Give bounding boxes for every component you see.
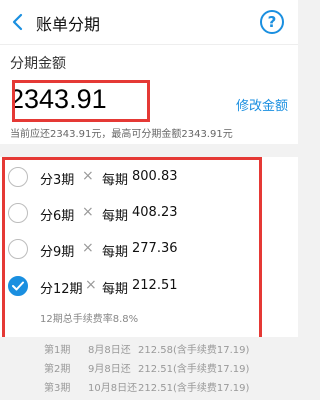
top-bar: 账单分期 ? xyxy=(0,0,298,44)
back-arrow-icon[interactable] xyxy=(8,12,28,32)
amount-highlight-box: 2343.91 xyxy=(12,80,150,122)
amount-hint: 当前应还2343.91元，最高可分期金额2343.91元 xyxy=(10,129,233,140)
help-icon[interactable]: ? xyxy=(260,10,284,34)
amount-section: 分期金额 2343.91 修改金额 当前应还2343.91元，最高可分期金额23… xyxy=(0,44,298,144)
amount-label: 分期金额 xyxy=(10,56,66,72)
repayment-schedule: 第1期 8月8日还 212.58(含手续费17.19) 第2期 9月8日还 21… xyxy=(0,337,298,400)
schedule-term: 第3期 xyxy=(44,383,71,394)
schedule-term: 第1期 xyxy=(44,345,71,356)
installment-options: 分3期 × 每期 800.83 分6期 × 每期 408.23 分9期 × 每期… xyxy=(0,157,298,340)
schedule-term: 第2期 xyxy=(44,364,71,375)
amount-value[interactable]: 2343.91 xyxy=(15,84,107,115)
schedule-date: 10月8日还 xyxy=(88,383,138,394)
schedule-row: 第3期 10月8日还 212.51(含手续费17.19) xyxy=(0,377,298,395)
options-highlight-box xyxy=(2,157,262,340)
schedule-detail: 212.58(含手续费17.19) xyxy=(138,345,250,356)
schedule-detail: 212.51(含手续费17.19) xyxy=(138,364,250,375)
schedule-date: 8月8日还 xyxy=(88,345,131,356)
page-title: 账单分期 xyxy=(36,15,101,34)
schedule-date: 9月8日还 xyxy=(88,364,131,375)
schedule-row: 第2期 9月8日还 212.51(含手续费17.19) xyxy=(0,358,298,376)
schedule-row: 第1期 8月8日还 212.58(含手续费17.19) xyxy=(0,339,298,357)
modify-amount-link[interactable]: 修改金额 xyxy=(236,95,288,114)
schedule-detail: 212.51(含手续费17.19) xyxy=(138,383,250,394)
